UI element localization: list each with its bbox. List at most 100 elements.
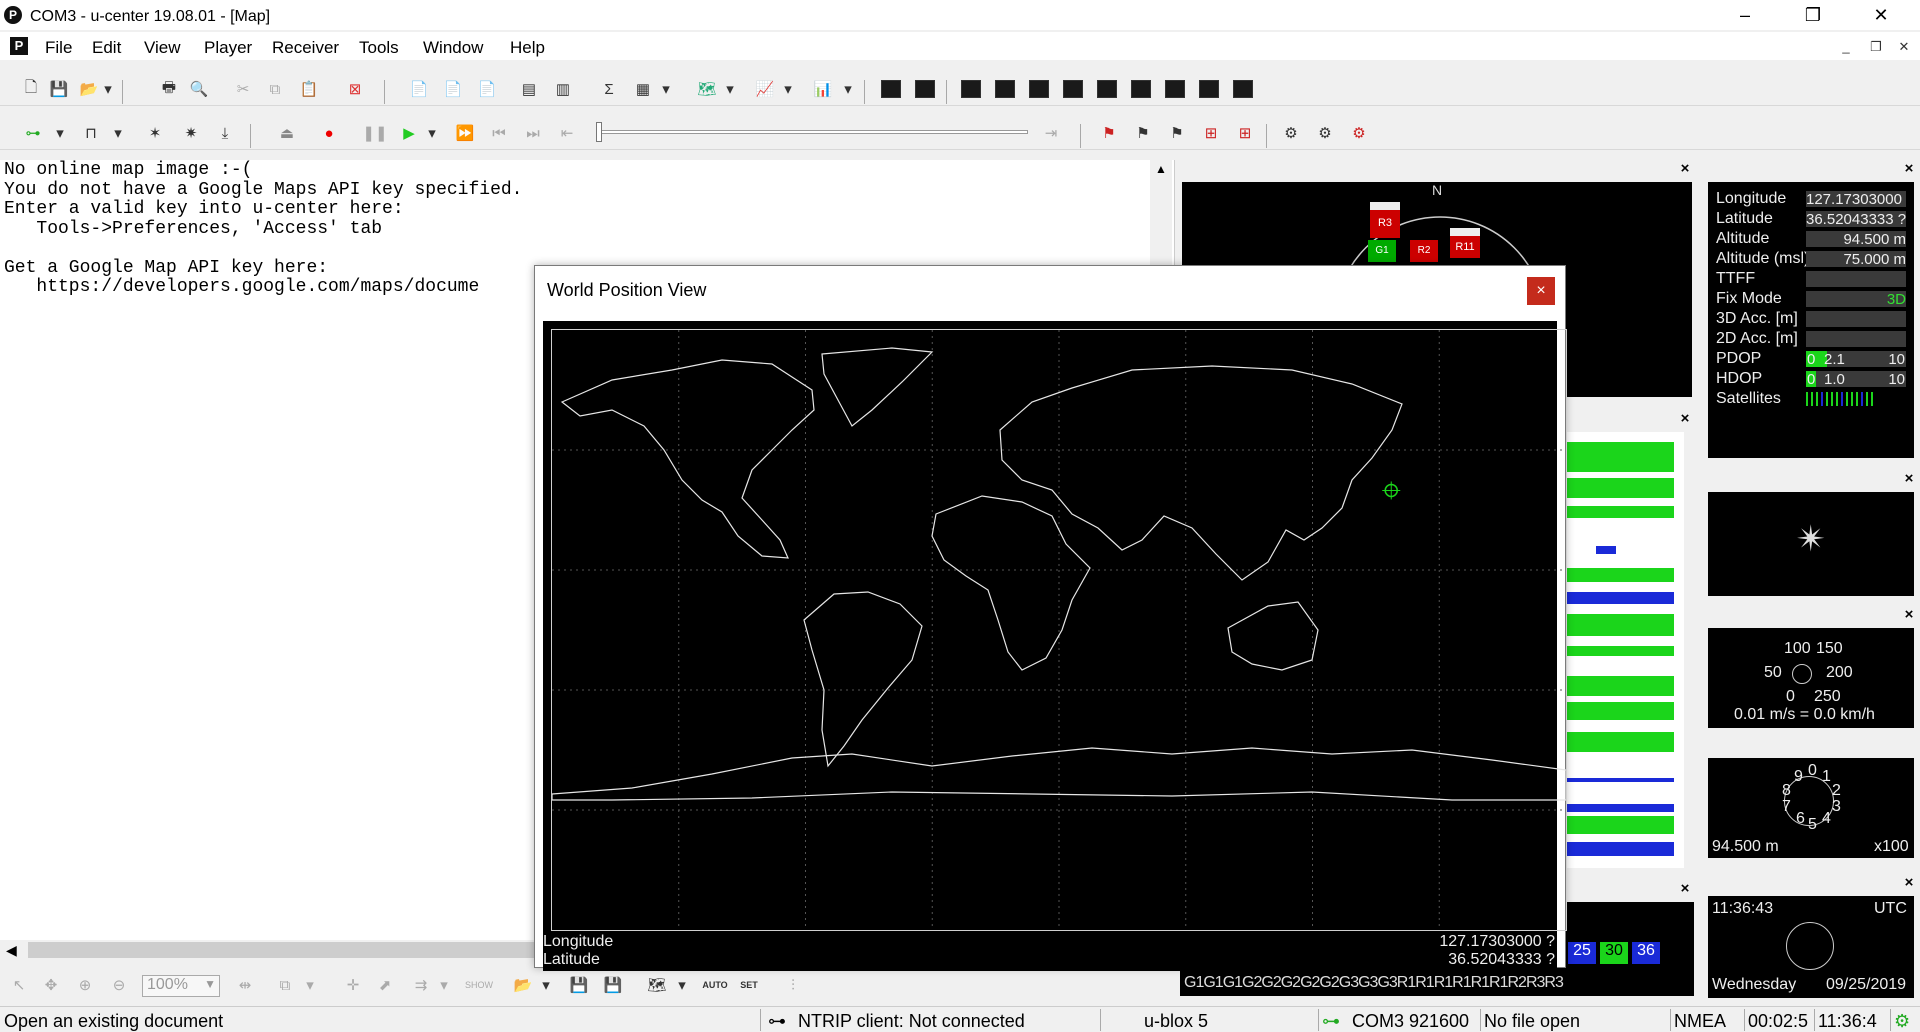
debug-icon[interactable]: ✷ — [178, 120, 204, 146]
layer-dropdown-icon[interactable]: ▾ — [302, 972, 318, 998]
paste-icon[interactable]: 📋 — [296, 76, 322, 102]
close-icon[interactable]: × — [1902, 161, 1916, 176]
table-dropdown-icon[interactable]: ▾ — [658, 76, 674, 102]
pause-icon[interactable]: ❚❚ — [362, 120, 388, 146]
warm-start-icon[interactable]: ⚑ — [1130, 120, 1156, 146]
poll-all-icon[interactable]: ⊞ — [1232, 120, 1258, 146]
speed-view-icon[interactable] — [1165, 80, 1185, 98]
copy-icon[interactable]: ⧉ — [262, 76, 288, 102]
show-icon[interactable]: SHOW — [465, 972, 493, 998]
center-icon[interactable]: ✛ — [340, 972, 366, 998]
rewind-icon[interactable]: ⇤ — [554, 120, 580, 146]
export-kml-icon[interactable]: 📄 — [440, 76, 466, 102]
minimize-button[interactable]: – — [1716, 0, 1774, 30]
speed-dropdown-icon[interactable]: ▾ — [436, 972, 452, 998]
open-map-dropdown-icon[interactable]: ▾ — [538, 972, 554, 998]
mdi-restore-button[interactable]: ❐ — [1866, 38, 1886, 56]
scroll-thumb[interactable] — [28, 942, 548, 958]
menu-view[interactable]: View — [144, 38, 181, 58]
eject-icon[interactable]: ⏏ — [274, 120, 300, 146]
close-icon[interactable]: × — [1902, 471, 1916, 486]
close-icon[interactable]: × — [1678, 411, 1692, 426]
clear-icon[interactable]: ⊠ — [342, 76, 368, 102]
map-icon[interactable]: 🗺 — [694, 76, 720, 102]
open-map-icon[interactable]: 📂 — [510, 972, 536, 998]
playback-slider-thumb[interactable] — [596, 122, 602, 142]
download-icon[interactable]: ⤓ — [212, 120, 238, 146]
fit-icon[interactable]: ⇹ — [232, 972, 258, 998]
google-maps-icon[interactable]: 🗺 — [644, 972, 670, 998]
binary-console-icon[interactable]: ▥ — [550, 76, 576, 102]
ntrip-status[interactable]: NTRIP client: Not connected — [798, 1011, 1025, 1032]
zoom-select[interactable]: 100% ▼ — [142, 975, 220, 997]
save-map-icon[interactable]: 💾 — [566, 972, 592, 998]
export-gpx-icon[interactable]: 📄 — [474, 76, 500, 102]
open-folder-icon[interactable]: 📂 — [76, 76, 102, 102]
layer-icon[interactable]: ⧉ — [272, 972, 298, 998]
poll-icon[interactable]: ⊞ — [1198, 120, 1224, 146]
save-map-as-icon[interactable]: 💾 — [600, 972, 626, 998]
map-dropdown-icon[interactable]: ▾ — [722, 76, 738, 102]
print-preview-icon[interactable]: 🔍 — [186, 76, 212, 102]
chart-dropdown-icon[interactable]: ▾ — [780, 76, 796, 102]
gear-reset-icon[interactable]: ⚙ — [1346, 120, 1372, 146]
close-icon[interactable]: × — [1902, 607, 1916, 622]
histogram-icon[interactable]: 📊 — [810, 76, 836, 102]
clock-view-icon[interactable] — [1199, 80, 1219, 98]
port-status[interactable]: COM3 921600 — [1352, 1011, 1469, 1032]
menu-window[interactable]: Window — [423, 38, 483, 58]
new-file-icon[interactable]: 🗋 — [18, 76, 44, 102]
google-maps-dropdown-icon[interactable]: ▾ — [674, 972, 690, 998]
speed-icon[interactable]: ⇉ — [408, 972, 434, 998]
gear-config-icon[interactable]: ⚙ — [1312, 120, 1338, 146]
play-icon[interactable]: ▶ — [396, 120, 422, 146]
gear-icon[interactable]: ⚙ — [1278, 120, 1304, 146]
mdi-close-button[interactable]: ✕ — [1894, 38, 1914, 56]
connection-dropdown-icon[interactable]: ▾ — [52, 120, 68, 146]
packet-console-icon[interactable]: ▤ — [516, 76, 542, 102]
connection-icon[interactable]: ⊶ — [20, 120, 46, 146]
map-message-line[interactable]: https://developers.google.com/maps/docum… — [4, 277, 479, 297]
menu-help[interactable]: Help — [510, 38, 545, 58]
step-forward-icon[interactable]: ⏭ — [520, 120, 546, 146]
table-icon[interactable]: ▦ — [630, 76, 656, 102]
menu-player[interactable]: Player — [204, 38, 252, 58]
mdi-minimize-button[interactable]: _ — [1836, 38, 1856, 56]
scroll-up-icon[interactable]: ▲ — [1155, 162, 1167, 176]
go-to-end-icon[interactable]: ⇥ — [1038, 120, 1064, 146]
satellite-view-icon[interactable] — [1063, 80, 1083, 98]
export-icon[interactable]: 📄 — [406, 76, 432, 102]
zoom-in-icon[interactable]: ⊕ — [72, 972, 98, 998]
signal-view-icon[interactable] — [1029, 80, 1049, 98]
menu-receiver[interactable]: Receiver — [272, 38, 339, 58]
pan-tool-icon[interactable]: ✥ — [38, 972, 64, 998]
data-view-icon[interactable] — [1097, 80, 1117, 98]
deviation-view-icon[interactable] — [995, 80, 1015, 98]
settings-sliders-icon[interactable]: ⫶ — [780, 972, 806, 998]
scroll-left-icon[interactable]: ◀ — [6, 942, 17, 959]
hot-start-icon[interactable]: ⚑ — [1096, 120, 1122, 146]
print-icon[interactable]: 🖶 — [156, 76, 182, 102]
set-icon[interactable]: SET — [736, 972, 762, 998]
baudrate-dropdown-icon[interactable]: ▾ — [110, 120, 126, 146]
compass-rose-view-icon[interactable] — [1131, 80, 1151, 98]
compass-view-icon[interactable] — [961, 80, 981, 98]
document-icon[interactable]: P — [10, 37, 28, 55]
close-icon[interactable]: × — [1678, 161, 1692, 176]
cold-start-icon[interactable]: ⚑ — [1164, 120, 1190, 146]
autobaud-icon[interactable]: ✶ — [142, 120, 168, 146]
close-icon[interactable]: × — [1902, 875, 1916, 890]
step-back-icon[interactable]: ⏮ — [486, 120, 512, 146]
fast-forward-icon[interactable]: ⏩ — [452, 120, 478, 146]
open-dropdown-icon[interactable]: ▾ — [100, 76, 116, 102]
playback-slider[interactable] — [598, 130, 1028, 134]
chart-icon[interactable]: 📈 — [752, 76, 778, 102]
dialog-close-button[interactable]: × — [1527, 277, 1555, 305]
menu-file[interactable]: File — [45, 38, 72, 58]
zoom-out-icon[interactable]: ⊖ — [106, 972, 132, 998]
baudrate-icon[interactable]: ⊓ — [78, 120, 104, 146]
close-button[interactable]: ✕ — [1852, 0, 1910, 30]
altimeter-view-icon[interactable] — [1233, 80, 1253, 98]
world-view-icon[interactable] — [881, 80, 901, 98]
restore-button[interactable]: ❐ — [1784, 0, 1842, 30]
